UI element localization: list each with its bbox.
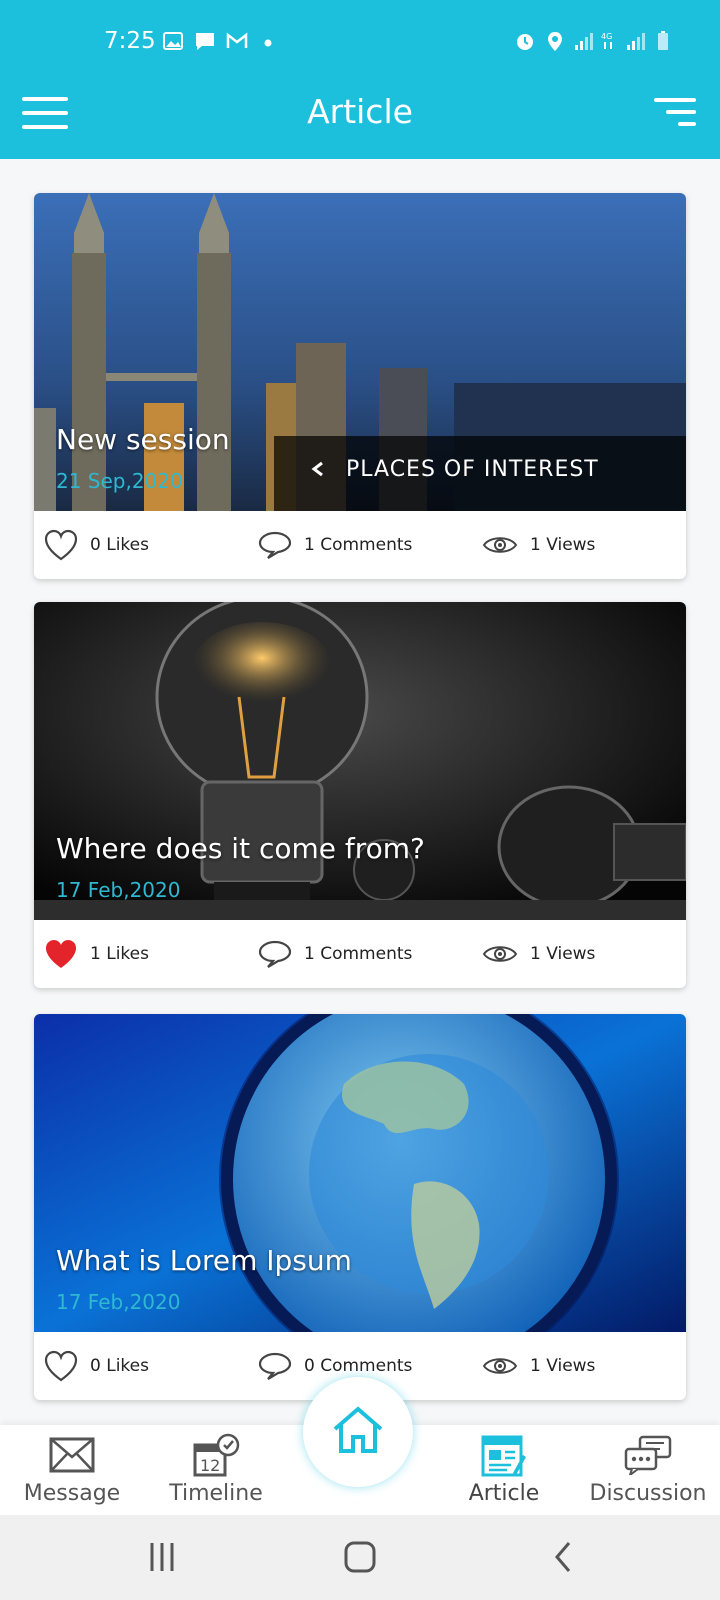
more-notifications-dot-icon <box>264 39 272 47</box>
comments-button[interactable]: 1 Comments <box>258 511 412 579</box>
article-stats: 1 Likes 1 Comments 1 Views <box>34 920 686 988</box>
home-system-button[interactable] <box>340 1537 380 1577</box>
nav-item-article[interactable]: Article <box>432 1425 576 1515</box>
views-count: 1 Views <box>530 1356 596 1376</box>
mail-notification-icon <box>226 32 248 48</box>
heart-filled-icon <box>46 940 76 968</box>
network-4g-icon: 4G <box>601 32 612 49</box>
like-button[interactable]: 0 Likes <box>44 511 149 579</box>
envelope-icon <box>49 1437 95 1473</box>
comments-count: 1 Comments <box>304 535 413 555</box>
recent-apps-button[interactable] <box>142 1537 182 1577</box>
sort-filter-button[interactable] <box>652 98 696 128</box>
alarm-icon <box>517 34 533 50</box>
article-feed[interactable]: PLACES OF INTEREST New session 21 Sep,20… <box>0 159 720 1425</box>
comments-count: 0 Comments <box>304 1356 413 1376</box>
page-title: Article <box>307 92 413 131</box>
recent-apps-icon <box>150 1543 174 1571</box>
article-card[interactable]: PLACES OF INTEREST New session 21 Sep,20… <box>34 193 686 579</box>
eye-icon <box>482 1358 518 1374</box>
article-title: New session <box>56 423 230 456</box>
nav-item-timeline[interactable]: 12 Timeline <box>144 1425 288 1515</box>
article-date: 21 Sep,2020 <box>56 469 183 493</box>
views-indicator: 1 Views <box>482 1332 595 1400</box>
home-square-icon <box>344 1541 376 1573</box>
article-icon <box>481 1435 526 1477</box>
status-bar: 7:25 4G <box>0 0 720 88</box>
comment-icon <box>258 940 292 968</box>
eye-icon <box>482 537 518 553</box>
comment-icon <box>258 531 292 559</box>
article-image <box>34 602 686 920</box>
chat-icon <box>624 1435 672 1475</box>
likes-count: 0 Likes <box>90 535 149 555</box>
nav-label: Message <box>23 1481 121 1506</box>
comment-icon <box>258 1352 292 1380</box>
system-navigation-bar <box>0 1515 720 1600</box>
views-count: 1 Views <box>530 944 596 964</box>
nav-item-discussion[interactable]: Discussion <box>576 1425 720 1515</box>
likes-count: 0 Likes <box>90 1356 149 1376</box>
article-title: Where does it come from? <box>56 832 425 865</box>
svg-text:4G: 4G <box>601 32 612 41</box>
like-button[interactable]: 0 Likes <box>44 1332 149 1400</box>
article-date: 17 Feb,2020 <box>56 878 181 902</box>
back-chevron-icon <box>555 1542 571 1572</box>
home-icon <box>333 1406 383 1453</box>
article-title: What is Lorem Ipsum <box>56 1244 352 1277</box>
home-button[interactable] <box>303 1377 413 1487</box>
views-indicator: 1 Views <box>482 511 595 579</box>
top-bar: 7:25 4G Article <box>0 0 720 159</box>
back-button[interactable] <box>545 1537 585 1577</box>
article-image: PLACES OF INTEREST <box>34 193 686 511</box>
article-stats: 0 Likes 1 Comments 1 Views <box>34 511 686 579</box>
views-count: 1 Views <box>530 535 596 555</box>
likes-count: 1 Likes <box>90 944 149 964</box>
heart-outline-icon <box>44 529 78 561</box>
comments-count: 1 Comments <box>304 944 413 964</box>
calendar-icon: 12 <box>193 1433 240 1477</box>
article-card[interactable]: What is Lorem Ipsum 17 Feb,2020 0 Likes … <box>34 1014 686 1400</box>
eye-icon <box>482 946 518 962</box>
svg-text:12: 12 <box>200 1456 220 1475</box>
nav-label: Discussion <box>589 1481 707 1506</box>
comments-button[interactable]: 1 Comments <box>258 920 412 988</box>
heart-outline-icon <box>44 1350 78 1382</box>
nav-label: Timeline <box>169 1481 263 1506</box>
image-caption: PLACES OF INTEREST <box>346 457 599 482</box>
status-time: 7:25 <box>104 28 156 54</box>
signal-2-icon <box>627 33 645 50</box>
like-button[interactable]: 1 Likes <box>44 920 149 988</box>
signal-icon <box>575 33 593 50</box>
nav-item-message[interactable]: Message <box>0 1425 144 1515</box>
article-date: 17 Feb,2020 <box>56 1290 181 1314</box>
location-icon <box>548 32 562 51</box>
image-notification-icon <box>163 32 183 50</box>
article-image <box>34 1014 686 1332</box>
battery-icon <box>658 31 668 50</box>
article-card[interactable]: Where does it come from? 17 Feb,2020 1 L… <box>34 602 686 988</box>
message-notification-icon <box>196 33 214 50</box>
nav-label: Article <box>468 1481 540 1506</box>
views-indicator: 1 Views <box>482 920 595 988</box>
